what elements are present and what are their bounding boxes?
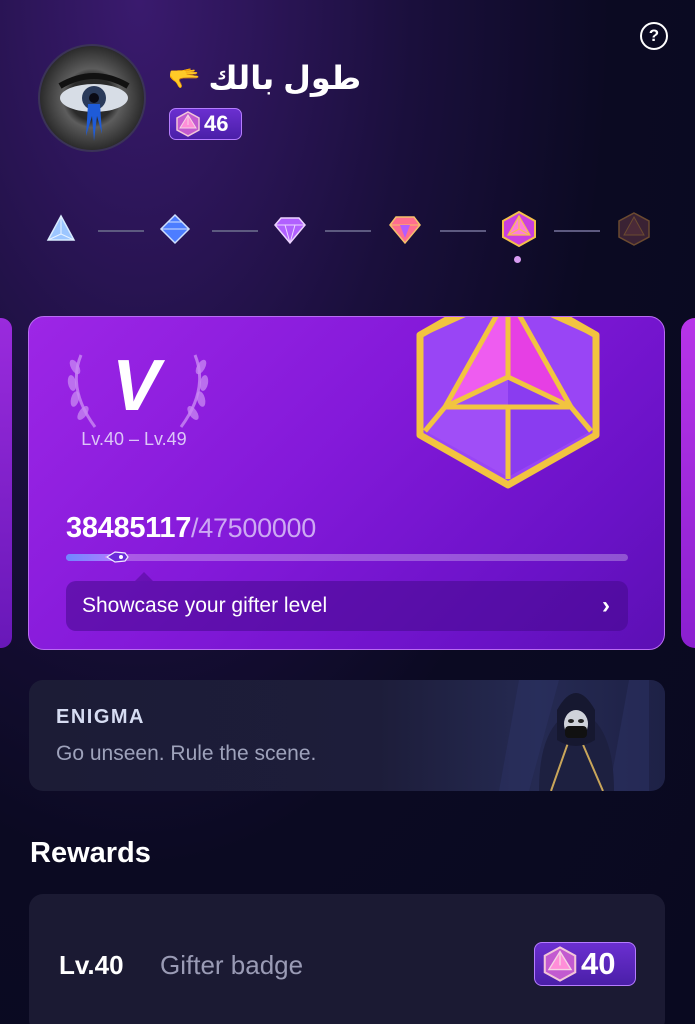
- level-range: Lv.40 – Lv.49: [81, 429, 187, 449]
- tier-connector: [440, 230, 486, 232]
- tier-5-icon-active[interactable]: [500, 210, 538, 248]
- enigma-banner[interactable]: ENIGMA Go unseen. Rule the scene.: [29, 680, 665, 791]
- tier-connector: [325, 230, 371, 232]
- reward-item[interactable]: Lv.40 Gifter badge 40: [29, 894, 665, 1024]
- tier-4-icon[interactable]: [388, 212, 422, 246]
- help-icon: ?: [648, 26, 660, 45]
- avatar[interactable]: [38, 44, 146, 152]
- hand-emoji-icon: 🫳: [168, 62, 201, 93]
- reward-name: Gifter badge: [160, 950, 304, 980]
- gem-icon: [543, 946, 577, 982]
- showcase-gifter-level-button[interactable]: Showcase your gifter level ›: [66, 581, 628, 631]
- hooded-figure-icon: [499, 680, 649, 791]
- active-tier-indicator: [514, 256, 521, 263]
- progress-current: 38485117: [66, 512, 192, 544]
- large-gem-icon: [416, 317, 600, 489]
- help-button[interactable]: ?: [640, 22, 668, 50]
- tier-2-icon[interactable]: [158, 212, 192, 246]
- chevron-right-icon: ›: [602, 592, 610, 619]
- previous-level-card[interactable]: [0, 318, 12, 648]
- tier-connector: [554, 230, 600, 232]
- next-level-card[interactable]: [681, 318, 695, 648]
- tier-connector: [212, 230, 258, 232]
- gem-icon: [176, 111, 200, 137]
- tier-progression: [0, 210, 695, 252]
- avatar-image: [58, 73, 130, 141]
- progress-bar: [66, 551, 628, 563]
- reward-badge-value: 40: [581, 946, 616, 981]
- showcase-pointer: [135, 572, 153, 581]
- progress-text: 38485117/47500000: [66, 512, 316, 545]
- reward-level: Lv.40: [59, 950, 124, 980]
- enigma-title: ENIGMA: [56, 706, 145, 728]
- badge-level-value: 46: [204, 111, 229, 136]
- tier-6-icon[interactable]: [616, 211, 652, 247]
- progress-total: /47500000: [191, 513, 316, 543]
- tier-1-icon[interactable]: [44, 212, 78, 246]
- rocket-icon: [105, 551, 129, 563]
- level-card: V Lv.40 – Lv.49 38485117/47500000 Showca…: [28, 316, 665, 650]
- tier-connector: [98, 230, 144, 232]
- tier-letter: V: [111, 346, 161, 426]
- enigma-subtitle: Go unseen. Rule the scene.: [56, 742, 317, 765]
- showcase-label: Showcase your gifter level: [82, 594, 328, 617]
- reward-badge-preview: 40: [534, 942, 636, 986]
- gifter-level-badge[interactable]: 46: [169, 108, 242, 140]
- username-row: طول بالك 🫳: [168, 58, 361, 98]
- tier-3-icon[interactable]: [273, 212, 307, 246]
- username: طول بالك: [208, 60, 362, 96]
- rewards-heading: Rewards: [30, 837, 151, 869]
